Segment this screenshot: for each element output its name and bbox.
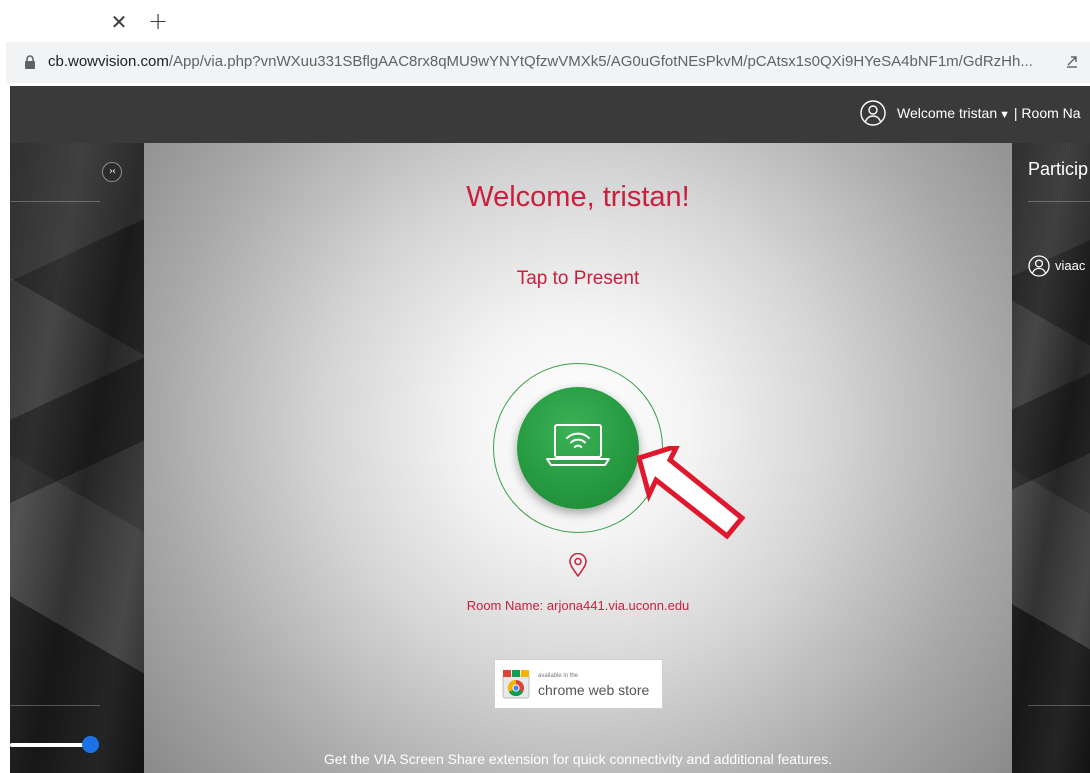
app-header: Welcome tristan ▼ | Room Na: [10, 86, 1090, 143]
lock-icon: [25, 55, 35, 69]
url-text[interactable]: cb.wowvision.com/App/via.php?vnWXuu331SB…: [48, 53, 1048, 70]
badge-big-text: chrome web store: [538, 682, 650, 698]
participants-divider: [1028, 705, 1090, 706]
sidebar-divider: [10, 705, 100, 706]
participants-title: Particip: [1028, 159, 1089, 179]
location-pin-icon: [569, 553, 587, 577]
volume-slider-thumb[interactable]: [82, 736, 99, 753]
close-tab-icon[interactable]: ✕: [108, 11, 130, 33]
browser-tab-strip: ✕ +: [0, 0, 1090, 42]
welcome-heading: Welcome, tristan!: [466, 181, 690, 213]
left-sidebar: ›‹: [10, 143, 144, 773]
participants-panel: Particip viaac: [1012, 143, 1090, 773]
sidebar-divider: [10, 201, 100, 202]
tap-to-present-label: Tap to Present: [516, 268, 640, 289]
share-icon[interactable]: [1064, 54, 1080, 70]
user-avatar-icon: [860, 100, 886, 126]
extension-promo-text: Get the VIA Screen Share extension for q…: [323, 751, 833, 767]
collapse-sidebar-icon[interactable]: ›‹: [102, 162, 122, 182]
room-label: | Room Na: [1013, 105, 1081, 121]
new-tab-button[interactable]: +: [146, 9, 170, 33]
main-content: Welcome, tristan! Tap to Present Room Na…: [144, 143, 1012, 773]
chrome-web-store-badge[interactable]: available in the chrome web store: [494, 659, 663, 709]
chevron-down-icon[interactable]: ▼: [999, 109, 1010, 121]
welcome-user-label: Welcome tristan: [897, 105, 998, 121]
user-menu[interactable]: Welcome tristan ▼ | Room Na: [897, 105, 1081, 121]
present-button[interactable]: [517, 387, 639, 509]
participants-divider: [1028, 201, 1090, 202]
address-bar[interactable]: cb.wowvision.com/App/via.php?vnWXuu331SB…: [6, 42, 1090, 83]
pointer-arrow-annotation: [637, 446, 746, 540]
url-host: cb.wowvision.com: [48, 53, 169, 70]
badge-small-text: available in the: [538, 673, 579, 679]
participant-name[interactable]: viaac: [1055, 258, 1085, 273]
chrome-logo-icon: [502, 670, 530, 699]
url-path: /App/via.php?vnWXuu331SBflgAAC8rx8qMU9wY…: [168, 53, 1033, 70]
room-name-label: Room Name: arjona441.via.uconn.edu: [466, 598, 690, 613]
laptop-wifi-icon: [546, 424, 610, 466]
participant-user-icon: [1028, 255, 1050, 277]
